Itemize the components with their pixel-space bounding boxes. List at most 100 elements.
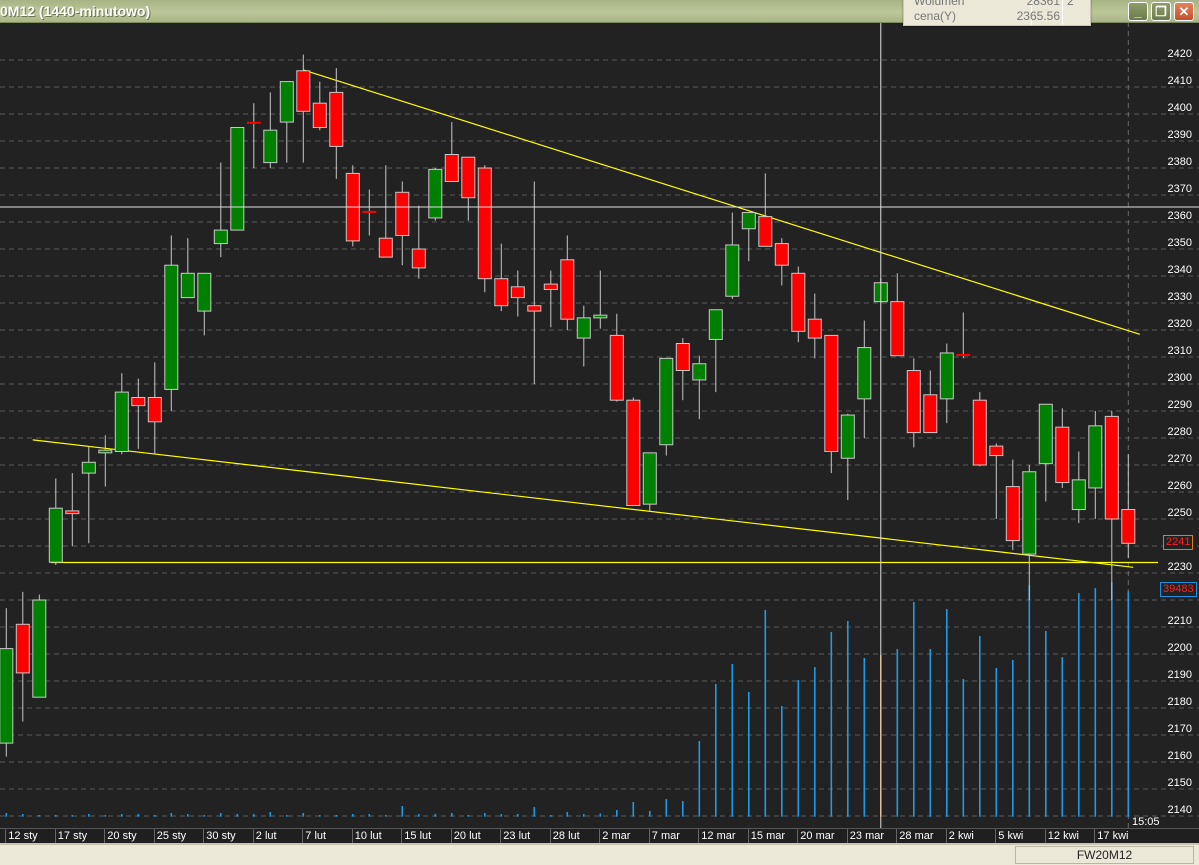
restore-button[interactable]: ❐ (1151, 2, 1171, 21)
candle-body (296, 70, 311, 112)
price-tick-label: 2300 (1168, 372, 1192, 384)
candle-body (923, 394, 938, 434)
date-tick-label: 28 mar (896, 829, 934, 844)
candle-body (32, 599, 47, 698)
candle-body (989, 445, 1004, 457)
candle-body (972, 399, 987, 466)
price-tick-label: 2210 (1168, 615, 1192, 627)
trendlines[interactable] (32, 69, 1158, 568)
last-price-tag: 2241 (1163, 535, 1194, 550)
candle-body (725, 244, 740, 297)
candle-body (626, 399, 641, 507)
price-tick-label: 2160 (1168, 750, 1192, 762)
candle-body (890, 301, 905, 357)
candle-body (1104, 415, 1119, 520)
price-tick-label: 2380 (1168, 156, 1192, 168)
candle-body (494, 278, 509, 307)
price-tick-label: 2420 (1168, 48, 1192, 60)
candle-body (840, 414, 855, 459)
price-tick-label: 2280 (1168, 426, 1192, 438)
candle-body (0, 648, 14, 744)
candle-body (807, 318, 822, 339)
price-tick-label: 2320 (1168, 318, 1192, 330)
candle-body (312, 102, 327, 128)
candle-body (1055, 426, 1070, 484)
candle-body (791, 272, 806, 332)
date-tick-label: 12 mar (698, 829, 736, 844)
date-tick-label: 12 sty (5, 829, 38, 844)
info-extra: 2 (1067, 0, 1074, 8)
date-tick-label: 23 lut (500, 829, 530, 844)
date-tick-label: 15 lut (401, 829, 431, 844)
title-bar[interactable]: 0M12 (1440-minutowo) Wolumen 28361 2 cen… (0, 0, 1199, 26)
date-tick-label: 2 lut (252, 829, 277, 844)
candle-body (230, 127, 245, 231)
price-axis: 2420 2410 2400 2390 2380 2370 2360 2350 2340 2330… (1168, 48, 1192, 816)
candle-body (428, 168, 443, 219)
date-tick-label: 15 mar (747, 829, 785, 844)
price-tick-label: 2230 (1168, 561, 1192, 573)
candle-body (659, 357, 674, 446)
date-tick-label: 2 kwi (945, 829, 974, 844)
date-tick-label: 20 sty (104, 829, 137, 844)
date-tick-label: 10 lut (351, 829, 382, 844)
candle-body (708, 309, 723, 340)
candle-body (164, 264, 179, 390)
grid-lines (0, 22, 1199, 828)
candle-body (741, 212, 756, 230)
price-tick-label: 2340 (1168, 264, 1192, 276)
candle-body (675, 343, 690, 371)
candle-body (642, 452, 657, 505)
candlestick-chart[interactable]: 2420 2410 2400 2390 2380 2370 2360 2350 2340 2330… (0, 0, 1199, 863)
candle-body (576, 317, 591, 339)
status-bar: FW20M12 (0, 843, 1199, 865)
candle-body (131, 397, 146, 407)
info-label: Wolumen (914, 0, 965, 8)
date-tick-label: 28 lut (549, 829, 580, 844)
date-tick-label: 2 mar (599, 829, 630, 844)
price-tick-label: 2150 (1168, 777, 1192, 789)
info-value: 28361 (1026, 0, 1060, 8)
candle-body (1071, 479, 1086, 511)
price-tick-label: 2350 (1168, 237, 1192, 249)
date-tick-label: 12 kwi (1044, 829, 1079, 844)
price-tick-label: 2200 (1168, 642, 1192, 654)
minimize-button[interactable]: _ (1128, 2, 1148, 21)
price-tick-label: 2410 (1168, 75, 1192, 87)
info-row-price: cena(Y) 2365.56 (904, 9, 1090, 24)
candle-body (461, 156, 476, 199)
price-tick-label: 2190 (1168, 669, 1192, 681)
candle-body (1088, 425, 1103, 489)
candle-body (1038, 403, 1053, 465)
price-tick-label: 2330 (1168, 291, 1192, 303)
candle-body (510, 286, 525, 299)
trendline-lower-support[interactable] (32, 439, 1134, 568)
price-tick-label: 2360 (1168, 210, 1192, 222)
crosshair (0, 22, 1199, 828)
candle-body (81, 461, 96, 474)
candle-body (180, 272, 195, 299)
candle-body (527, 305, 542, 312)
candle-body (378, 237, 393, 258)
price-tick-label: 2180 (1168, 696, 1192, 708)
price-tick-label: 2400 (1168, 102, 1192, 114)
last-bar-time: 15:05 (1132, 816, 1160, 828)
date-tick-label: 5 kwi (995, 829, 1023, 844)
price-tick-label: 2170 (1168, 723, 1192, 735)
date-tick-label: 17 kwi (1094, 829, 1128, 844)
candle-body (560, 259, 575, 320)
candle-body (824, 334, 839, 452)
candle-body (906, 370, 921, 434)
date-tick-label: 30 sty (203, 829, 236, 844)
crosshair-info-box: Wolumen 28361 2 cena(Y) 2365.56 (903, 0, 1091, 26)
close-button[interactable]: ✕ (1174, 2, 1194, 21)
price-tick-label: 2250 (1168, 507, 1192, 519)
candle-body (48, 507, 63, 563)
price-tick-label: 2270 (1168, 453, 1192, 465)
date-tick-label: 7 lut (302, 829, 326, 844)
candle-body (147, 397, 162, 423)
candle-body (329, 91, 344, 147)
price-tick-label: 2140 (1168, 804, 1192, 816)
info-row-volume: Wolumen 28361 2 (904, 0, 1090, 9)
candle-body (263, 129, 278, 164)
